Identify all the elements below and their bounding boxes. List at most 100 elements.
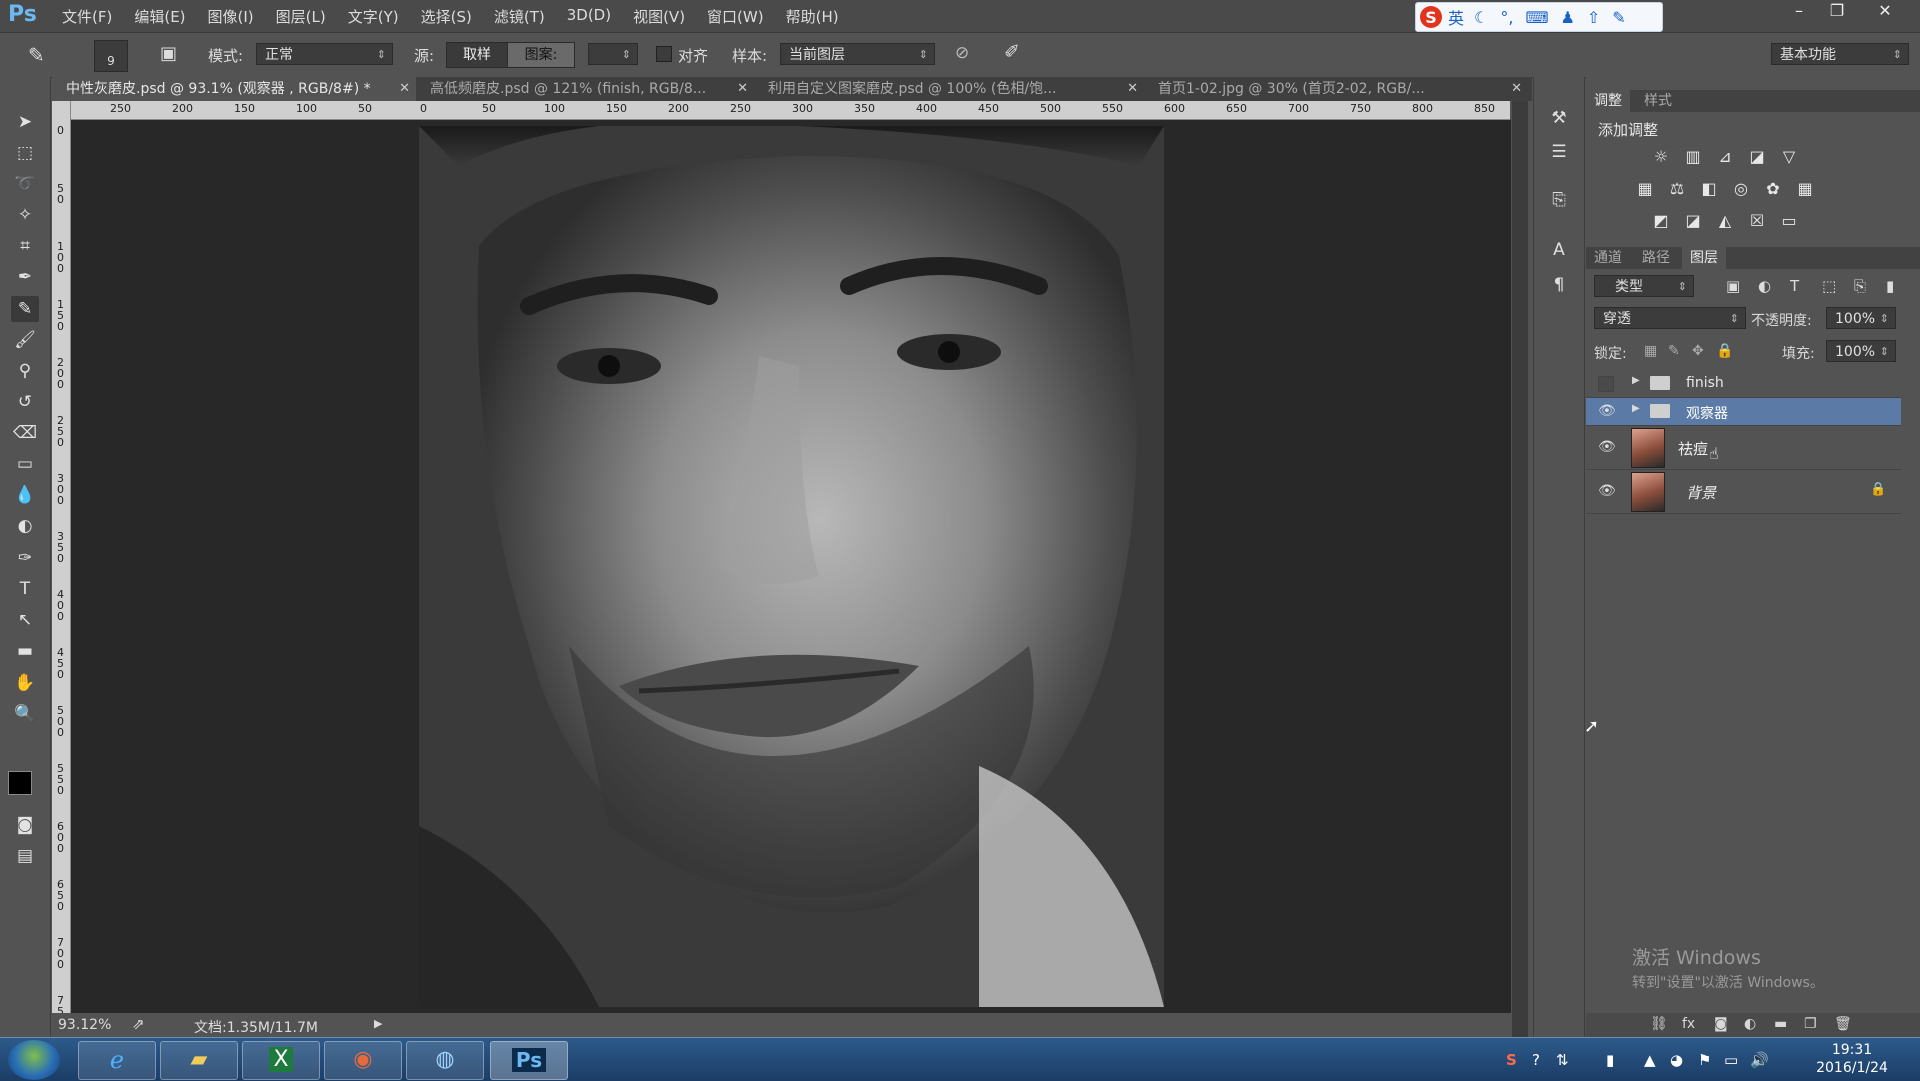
sample-select[interactable]: 当前图层: [780, 43, 935, 66]
color-balance-icon[interactable]: ⚖: [1666, 179, 1688, 199]
clone-stamp-tool-icon[interactable]: ⚲: [11, 358, 39, 384]
layer-name[interactable]: 观察器: [1686, 403, 1728, 423]
tab-styles[interactable]: 样式: [1636, 90, 1680, 112]
exposure-icon[interactable]: ◪: [1746, 147, 1768, 167]
layer-row-selected[interactable]: 👁 ▶ 观察器: [1586, 398, 1901, 426]
filter-type-icon[interactable]: T: [1790, 277, 1799, 295]
tab-document-1[interactable]: 中性灰磨皮.psd @ 93.1% (观察器 , RGB/8#) * ✕: [52, 77, 416, 101]
menu-type[interactable]: 文字(Y): [348, 6, 399, 27]
fill-input[interactable]: 100%: [1826, 340, 1896, 363]
foreground-color-swatch[interactable]: [8, 771, 32, 795]
zoom-tool-icon[interactable]: 🔍: [11, 701, 39, 727]
minimize-button[interactable]: –: [1780, 0, 1818, 22]
help-tray-icon[interactable]: ?: [1532, 1051, 1540, 1069]
lock-all-icon[interactable]: 🔒: [1716, 343, 1733, 359]
close-icon[interactable]: ✕: [1127, 77, 1138, 101]
ime-language[interactable]: 英: [1448, 5, 1464, 29]
dodge-tool-icon[interactable]: ◐: [11, 513, 39, 539]
filter-adjustment-icon[interactable]: ◐: [1758, 277, 1771, 295]
tab-channels[interactable]: 通道: [1586, 247, 1630, 269]
taskbar-browser-icon[interactable]: ◍: [406, 1041, 484, 1080]
blur-tool-icon[interactable]: 💧: [11, 482, 39, 508]
eye-icon[interactable]: 👁: [1598, 483, 1616, 499]
taskbar-ie-icon[interactable]: ℯ: [78, 1041, 156, 1080]
tab-document-3[interactable]: 利用自定义图案磨皮.psd @ 100% (色相/饱... ✕: [754, 77, 1144, 101]
history-brush-tool-icon[interactable]: ↺: [11, 389, 39, 415]
network-tray-icon[interactable]: ⇅: [1556, 1051, 1569, 1069]
clone-source-panel-icon[interactable]: ⎘: [1546, 187, 1572, 213]
portrait-photo[interactable]: [419, 126, 1164, 1007]
layer-name[interactable]: finish: [1686, 375, 1724, 391]
opacity-input[interactable]: 100%: [1826, 307, 1896, 330]
menu-edit[interactable]: 编辑(E): [134, 6, 185, 27]
settings-wrench-icon[interactable]: ✎: [1612, 8, 1625, 27]
photo-filter-icon[interactable]: ◎: [1730, 179, 1752, 199]
flag-tray-icon[interactable]: ⚑: [1698, 1051, 1711, 1069]
new-layer-icon[interactable]: ❐: [1804, 1016, 1817, 1032]
menu-filter[interactable]: 滤镜(T): [494, 6, 545, 27]
sogou-icon[interactable]: S: [1420, 6, 1442, 28]
pattern-picker[interactable]: [588, 43, 638, 66]
source-sampled-button[interactable]: 取样: [446, 42, 508, 68]
align-checkbox[interactable]: [656, 46, 672, 62]
workspace-select[interactable]: 基本功能: [1771, 43, 1909, 66]
quick-mask-icon[interactable]: ◙: [11, 812, 39, 838]
volume-icon[interactable]: 🔊: [1750, 1051, 1769, 1069]
channel-mixer-icon[interactable]: ✿: [1762, 179, 1784, 199]
character-panel-icon[interactable]: A: [1546, 237, 1572, 263]
filter-pixel-icon[interactable]: ▣: [1726, 277, 1740, 295]
blend-mode-select[interactable]: 穿透: [1594, 307, 1746, 330]
system-clock[interactable]: 19:31 2016/1/24: [1812, 1041, 1892, 1077]
document-canvas[interactable]: [71, 120, 1511, 1013]
layer-name[interactable]: 祛痘: [1678, 438, 1708, 459]
black-white-icon[interactable]: ◧: [1698, 179, 1720, 199]
close-icon[interactable]: ✕: [399, 77, 410, 101]
eye-icon[interactable]: 👁: [1598, 403, 1616, 419]
tab-adjustments[interactable]: 调整: [1586, 90, 1630, 112]
mode-select[interactable]: 正常: [256, 43, 393, 66]
menu-window[interactable]: 窗口(W): [707, 6, 764, 27]
properties-icon[interactable]: ☰: [1546, 139, 1572, 165]
keyboard-icon[interactable]: ⌨: [1525, 8, 1548, 27]
menu-3d[interactable]: 3D(D): [567, 6, 611, 27]
tab-document-4[interactable]: 首页1-02.jpg @ 30% (首页2-02, RGB/... ✕: [1144, 77, 1528, 101]
lasso-tool-icon[interactable]: ➰: [11, 171, 39, 197]
hue-saturation-icon[interactable]: ▦: [1634, 179, 1656, 199]
pen-tool-icon[interactable]: ✑: [11, 545, 39, 571]
brightness-icon[interactable]: ☼: [1650, 147, 1672, 167]
healing-brush-tool-icon[interactable]: ✎: [28, 43, 45, 67]
add-mask-icon[interactable]: ◙: [1714, 1016, 1728, 1032]
threshold-icon[interactable]: ◭: [1714, 211, 1736, 231]
menu-select[interactable]: 选择(S): [421, 6, 472, 27]
security-tray-icon[interactable]: ◕: [1670, 1051, 1683, 1069]
menu-view[interactable]: 视图(V): [633, 6, 685, 27]
punctuation-icon[interactable]: °,: [1500, 8, 1513, 27]
lock-position-icon[interactable]: ✥: [1692, 343, 1704, 359]
filter-shape-icon[interactable]: ⬚: [1822, 277, 1836, 295]
close-button[interactable]: ✕: [1866, 0, 1904, 22]
eye-icon[interactable]: 👁: [1598, 439, 1616, 455]
menu-image[interactable]: 图像(I): [208, 6, 254, 27]
curves-icon[interactable]: ⊿: [1714, 147, 1736, 167]
play-arrow-icon[interactable]: ▶: [374, 1017, 382, 1030]
clone-source-icon[interactable]: ▣: [160, 43, 177, 64]
posterize-icon[interactable]: ◪: [1682, 211, 1704, 231]
tab-document-2[interactable]: 高低频磨皮.psd @ 121% (finish, RGB/8... ✕: [416, 77, 754, 101]
invert-icon[interactable]: ◩: [1650, 211, 1672, 231]
gradient-tool-icon[interactable]: ▭: [11, 451, 39, 477]
layer-row[interactable]: 👁 背景 🔒: [1586, 470, 1901, 514]
menu-help[interactable]: 帮助(H): [786, 6, 839, 27]
taskbar-explorer-icon[interactable]: ▰: [160, 1041, 238, 1080]
layer-row[interactable]: ▶ finish: [1586, 370, 1901, 398]
paragraph-panel-icon[interactable]: ¶: [1546, 272, 1572, 298]
eraser-tool-icon[interactable]: ⌫: [11, 420, 39, 446]
new-group-icon[interactable]: ▬: [1774, 1016, 1787, 1032]
ignore-adjustment-layers-icon[interactable]: ⊘: [955, 43, 969, 63]
vibrance-icon[interactable]: ▽: [1778, 147, 1800, 167]
taskbar-powerpoint-icon[interactable]: ◉: [324, 1041, 402, 1080]
pressure-icon[interactable]: ✐: [1004, 41, 1020, 63]
expand-arrow-icon[interactable]: ▶: [1632, 403, 1640, 414]
rectangle-tool-icon[interactable]: ▬: [11, 638, 39, 664]
brush-size-picker[interactable]: 9: [94, 40, 128, 72]
quick-select-tool-icon[interactable]: ✧: [11, 202, 39, 228]
